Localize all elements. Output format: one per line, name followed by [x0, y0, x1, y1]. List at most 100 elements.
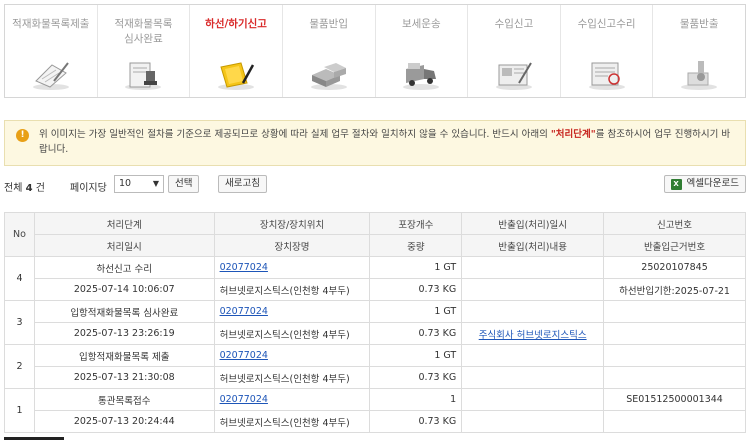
process-steps: 적재화물목록제출 적재화물목록 심사완료 하선/하기신고 물품반입 보세운송 수…: [4, 4, 746, 98]
folder-pen-icon: [213, 57, 259, 91]
header-step: 처리단계: [33, 212, 215, 235]
row-step: 입항적재화물목록 심사완료: [33, 300, 215, 323]
header-no: No: [4, 212, 35, 257]
refresh-button[interactable]: 새로고침: [218, 175, 267, 193]
table-row: 3 입항적재화물목록 심사완료 02077024 1 GT: [4, 300, 746, 345]
row-basis-no: [603, 410, 746, 433]
row-report-no: [603, 300, 746, 323]
row-report-no: [603, 344, 746, 367]
step-bonded-transport[interactable]: 보세운송: [376, 5, 469, 97]
row-step: 하선신고 수리: [33, 256, 215, 279]
row-basis-no: [603, 322, 746, 345]
table-row: 2025-07-14 10:06:07 허브넷로지스틱스(인천항 4부두) 0.…: [5, 278, 746, 301]
row-datetime: 2025-07-13 21:30:08: [33, 366, 215, 389]
row-packages: 1: [369, 388, 463, 411]
header-basis-no: 반출입근거번호: [603, 234, 746, 257]
boxes-icon: [306, 57, 352, 91]
row-weight: 0.73 KG: [369, 322, 463, 345]
processing-history-table: No 처리단계 장치장/장치위치 포장개수 반출입(처리)일시 신고번호 처리일…: [4, 212, 746, 433]
row-basis-no: 하선반입기한:2025-07-21: [603, 278, 746, 301]
row-weight: 0.73 KG: [369, 278, 463, 301]
document-stamp-icon: [120, 57, 166, 91]
row-packages: 1 GT: [369, 300, 463, 323]
row-datetime: 2025-07-13 20:24:44: [33, 410, 215, 433]
step-label: 적재화물목록 심사완료: [114, 18, 173, 45]
total-count: 전체 4 건: [4, 179, 45, 194]
row-location-name: 허브넷로지스틱스(인천항 4부두): [213, 366, 371, 389]
step-label: 하선/하기신고: [205, 18, 267, 30]
step-label: 물품반입: [309, 18, 348, 30]
stamped-form-icon: [584, 57, 630, 91]
row-inout-time: [461, 388, 605, 411]
step-import-acceptance[interactable]: 수입신고수리: [561, 5, 654, 97]
step-manifest-review[interactable]: 적재화물목록 심사완료: [98, 5, 191, 97]
row-datetime: 2025-07-13 23:26:19: [33, 322, 215, 345]
notice-text: 위 이미지는 가장 일반적인 절차를 기준으로 제공되므로 상황에 따라 실제 …: [39, 129, 551, 140]
excel-download-button[interactable]: X 엑셀다운로드: [663, 175, 746, 193]
location-link[interactable]: 02077024: [220, 350, 268, 361]
row-inout-content: [461, 410, 605, 433]
location-link[interactable]: 02077024: [220, 394, 268, 405]
row-location-name: 허브넷로지스틱스(인천항 4부두): [213, 410, 371, 433]
form-pen-icon: [491, 57, 537, 91]
excel-icon: X: [670, 179, 682, 190]
row-no: 2: [4, 344, 35, 389]
step-import-declaration[interactable]: 수입신고: [468, 5, 561, 97]
row-inout-time: [461, 256, 605, 279]
row-step: 통관목록접수: [33, 388, 215, 411]
step-goods-release[interactable]: 물품반출: [653, 5, 745, 97]
row-inout-content: [461, 278, 605, 301]
row-no: 4: [4, 256, 35, 301]
chevron-down-icon: ▼: [152, 179, 159, 188]
header-weight: 중량: [369, 234, 463, 257]
inout-content-link[interactable]: 주식회사 허브넷로지스틱스: [479, 330, 587, 341]
row-basis-no: [603, 366, 746, 389]
row-location-name: 허브넷로지스틱스(인천항 4부두): [213, 278, 371, 301]
table-row: 2025-07-13 23:26:19 허브넷로지스틱스(인천항 4부두) 0.…: [5, 322, 746, 345]
step-unloading-report[interactable]: 하선/하기신고: [190, 5, 283, 97]
row-inout-time: [461, 344, 605, 367]
total-suffix: 건: [35, 183, 45, 194]
table-row: 2025-07-13 20:24:44 허브넷로지스틱스(인천항 4부두) 0.…: [5, 410, 746, 433]
step-label: 수입신고: [494, 18, 534, 30]
header-datetime: 처리일시: [33, 234, 215, 257]
notice-highlight: "처리단계": [550, 129, 596, 140]
header-location: 장치장/장치위치: [213, 212, 371, 235]
choose-button[interactable]: 선택: [168, 175, 200, 193]
row-inout-content: [461, 366, 605, 389]
notice-banner: ! 위 이미지는 가장 일반적인 절차를 기준으로 제공되므로 상황에 따라 실…: [4, 120, 746, 166]
header-report-no: 신고번호: [603, 212, 746, 235]
step-manifest-submit[interactable]: 적재화물목록제출: [5, 5, 98, 97]
per-page-label: 페이지당: [70, 183, 107, 194]
location-link[interactable]: 02077024: [220, 262, 268, 273]
header-location-name: 장치장명: [213, 234, 371, 257]
per-page-value: 10: [119, 178, 132, 189]
header-inout-time: 반출입(처리)일시: [461, 212, 605, 235]
step-label: 수입신고수리: [577, 18, 636, 30]
row-no: 1: [4, 388, 35, 433]
row-location-name: 허브넷로지스틱스(인천항 4부두): [213, 322, 371, 345]
table-row: 2025-07-13 21:30:08 허브넷로지스틱스(인천항 4부두) 0.…: [5, 366, 746, 389]
row-report-no: SE01512500001344: [603, 388, 746, 411]
total-prefix: 전체: [4, 183, 23, 194]
row-packages: 1 GT: [369, 256, 463, 279]
step-goods-carry-in[interactable]: 물품반입: [283, 5, 376, 97]
row-datetime: 2025-07-14 10:06:07: [33, 278, 215, 301]
clipboard-pen-icon: [28, 57, 74, 91]
row-inout-time: [461, 300, 605, 323]
list-toolbar: 전체 4 건 페이지당 10 ▼ 선택 새로고침 X 엑셀다운로드: [4, 175, 746, 195]
row-weight: 0.73 KG: [369, 366, 463, 389]
row-weight: 0.73 KG: [369, 410, 463, 433]
step-label: 보세운송: [401, 18, 441, 30]
step-label: 적재화물목록제출: [12, 18, 90, 30]
step-label: 물품반출: [679, 18, 719, 30]
location-link[interactable]: 02077024: [220, 306, 268, 317]
header-inout-content: 반출입(처리)내용: [461, 234, 605, 257]
excel-download-label: 엑셀다운로드: [686, 178, 739, 189]
row-no: 3: [4, 300, 35, 345]
table-row: 1 통관목록접수 02077024 1 SE01512500001344: [4, 388, 746, 433]
total-number: 4: [25, 183, 33, 194]
release-icon: [676, 57, 722, 91]
per-page-select[interactable]: 10 ▼: [114, 175, 164, 193]
row-packages: 1 GT: [369, 344, 463, 367]
